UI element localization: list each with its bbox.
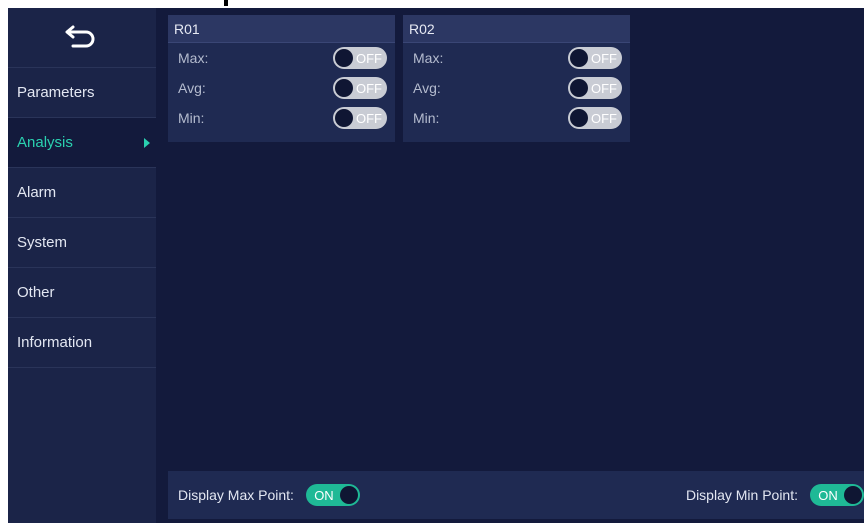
toggle-state: OFF	[591, 110, 617, 126]
sidebar-item-system[interactable]: System	[8, 218, 156, 268]
roi-row-label: Avg:	[178, 80, 206, 96]
roi-row-avg: Avg: OFF	[168, 73, 395, 103]
roi-row-min: Min: OFF	[168, 103, 395, 133]
roi-card-r02: R02 Max: OFF Avg: OFF Min: OFF	[403, 15, 630, 142]
toggle-knob	[339, 486, 358, 504]
roi-row-label: Avg:	[413, 80, 441, 96]
caret-right-icon	[144, 137, 150, 148]
toggle-state: OFF	[356, 80, 382, 96]
roi-row-min: Min: OFF	[403, 103, 630, 133]
roi-row-max: Max: OFF	[403, 43, 630, 73]
toggle-state: OFF	[591, 50, 617, 66]
toggle-state: ON	[314, 487, 334, 503]
toggle-knob	[844, 486, 862, 504]
back-arrow-icon	[65, 22, 99, 53]
toggle-knob	[335, 79, 353, 97]
roi-row-label: Max:	[178, 50, 209, 66]
roi-card-r01: R01 Max: OFF Avg: OFF Min: OFF	[168, 15, 395, 142]
r02-max-toggle[interactable]: OFF	[568, 47, 622, 69]
toggle-knob	[335, 109, 353, 127]
r01-min-toggle[interactable]: OFF	[333, 107, 387, 129]
roi-title: R01	[168, 15, 395, 43]
app-window: Parameters Analysis Alarm System Other I…	[8, 8, 864, 523]
sidebar-item-label: Other	[17, 284, 55, 301]
roi-row-label: Min:	[413, 110, 440, 126]
toggle-state: OFF	[356, 110, 382, 126]
sidebar-item-information[interactable]: Information	[8, 318, 156, 368]
top-strip	[0, 0, 864, 8]
display-max-group: Display Max Point: ON	[178, 484, 360, 506]
display-max-toggle[interactable]: ON	[305, 484, 360, 506]
r01-max-toggle[interactable]: OFF	[333, 47, 387, 69]
sidebar-item-parameters[interactable]: Parameters	[8, 68, 156, 118]
r01-avg-toggle[interactable]: OFF	[333, 77, 387, 99]
display-min-label: Display Min Point:	[685, 487, 798, 503]
top-mark	[224, 0, 228, 6]
toggle-state: OFF	[356, 50, 382, 66]
sidebar-item-analysis[interactable]: Analysis	[8, 118, 156, 168]
display-min-group: Display Min Point: ON	[686, 484, 864, 506]
back-button[interactable]	[8, 8, 156, 68]
sidebar-item-label: Parameters	[17, 84, 95, 101]
toggle-knob	[570, 79, 588, 97]
sidebar-item-label: Information	[17, 334, 93, 351]
sidebar-item-label: System	[17, 234, 68, 251]
roi-row-max: Max: OFF	[168, 43, 395, 73]
main-panel: R01 Max: OFF Avg: OFF Min: OFF R02 Max: …	[156, 8, 864, 523]
toggle-knob	[335, 49, 353, 67]
toggle-knob	[570, 49, 588, 67]
roi-row-label: Min:	[178, 110, 205, 126]
roi-row-label: Max:	[413, 50, 444, 66]
roi-row-avg: Avg: OFF	[403, 73, 630, 103]
display-max-label: Display Max Point:	[178, 487, 294, 503]
toggle-knob	[570, 109, 588, 127]
sidebar-item-alarm[interactable]: Alarm	[8, 168, 156, 218]
display-min-toggle[interactable]: ON	[810, 484, 864, 506]
sidebar-item-label: Alarm	[17, 184, 57, 201]
display-points-bar: Display Max Point: ON Display Min Point:…	[168, 471, 864, 519]
r02-avg-toggle[interactable]: OFF	[568, 77, 622, 99]
sidebar-item-other[interactable]: Other	[8, 268, 156, 318]
sidebar-item-label: Analysis	[17, 134, 73, 151]
toggle-state: OFF	[591, 80, 617, 96]
sidebar: Parameters Analysis Alarm System Other I…	[8, 8, 156, 523]
roi-title: R02	[403, 15, 630, 43]
r02-min-toggle[interactable]: OFF	[568, 107, 622, 129]
toggle-state: ON	[818, 487, 838, 503]
